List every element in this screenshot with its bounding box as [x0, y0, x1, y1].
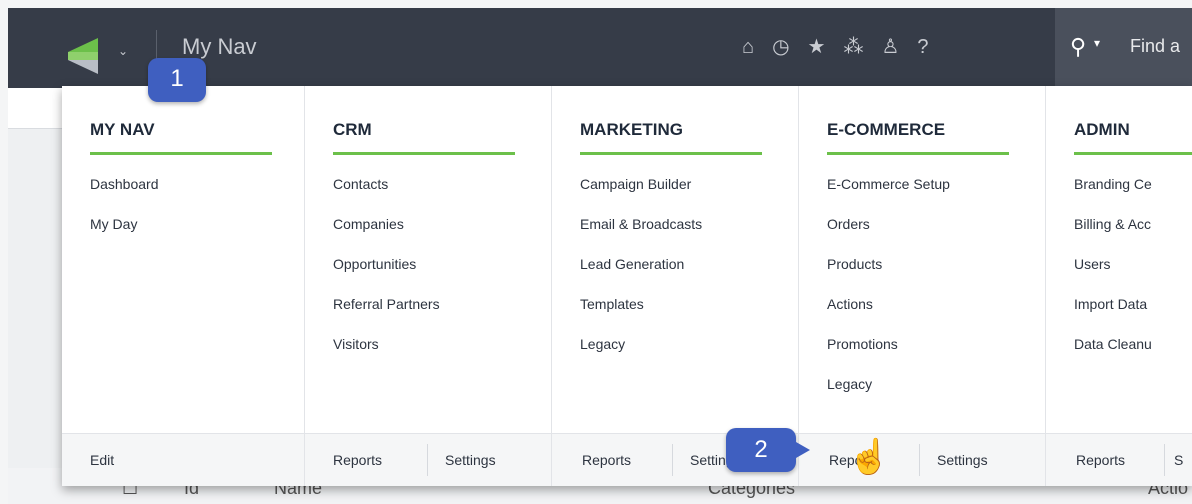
menu-item[interactable]: E-Commerce Setup: [827, 174, 950, 214]
reports-button[interactable]: Reports: [1076, 434, 1125, 486]
column-items: Contacts Companies Opportunities Referra…: [333, 174, 440, 374]
menu-item[interactable]: Branding Ce: [1074, 174, 1152, 214]
column-footer: Reports Settings: [305, 433, 551, 486]
home-icon[interactable]: ⌂: [742, 36, 754, 58]
rockets-icon[interactable]: ⁂: [843, 36, 863, 58]
column-title: MARKETING: [580, 120, 683, 139]
star-icon[interactable]: ★: [808, 36, 826, 58]
edit-button[interactable]: Edit: [90, 434, 114, 486]
column-underline: [580, 152, 762, 155]
menu-item[interactable]: Promotions: [827, 334, 950, 374]
search-input[interactable]: Find a: [1130, 36, 1180, 57]
menu-item[interactable]: Companies: [333, 214, 440, 254]
frame-left: [0, 8, 8, 504]
reports-button[interactable]: Reports: [333, 434, 382, 486]
menu-item[interactable]: Referral Partners: [333, 294, 440, 334]
step-badge-1: 1: [148, 58, 206, 102]
menu-item[interactable]: My Day: [90, 214, 159, 254]
column-title: E-COMMERCE: [827, 120, 946, 139]
menu-column-marketing: MARKETING Campaign Builder Email & Broad…: [552, 86, 799, 486]
menu-item[interactable]: Visitors: [333, 334, 440, 374]
column-title: MY NAV: [90, 120, 155, 139]
topbar-icons: ⌂ ◷ ★ ⁂ ♙ ?: [742, 36, 929, 58]
column-underline: [827, 152, 1009, 155]
menu-item[interactable]: Campaign Builder: [580, 174, 702, 214]
chevron-down-icon[interactable]: ⌄: [118, 44, 128, 58]
app-logo-icon[interactable]: [68, 38, 98, 74]
menu-item[interactable]: Contacts: [333, 174, 440, 214]
search-icon[interactable]: ⚲: [1070, 34, 1086, 60]
my-nav-label[interactable]: My Nav: [182, 34, 257, 60]
column-footer: Reports S: [1046, 433, 1192, 486]
column-title: CRM: [333, 120, 372, 139]
menu-item[interactable]: Billing & Acc: [1074, 214, 1152, 254]
footer-divider: [1164, 444, 1165, 476]
step-badge-2: 2: [726, 428, 810, 472]
column-items: Campaign Builder Email & Broadcasts Lead…: [580, 174, 702, 374]
menu-column-crm: CRM Contacts Companies Opportunities Ref…: [305, 86, 552, 486]
column-underline: [90, 152, 272, 155]
menu-item[interactable]: Dashboard: [90, 174, 159, 214]
menu-item[interactable]: Actions: [827, 294, 950, 334]
menu-item[interactable]: Legacy: [580, 334, 702, 374]
menu-item[interactable]: Email & Broadcasts: [580, 214, 702, 254]
column-items: Branding Ce Billing & Acc Users Import D…: [1074, 174, 1152, 374]
menu-item[interactable]: Lead Generation: [580, 254, 702, 294]
menu-item[interactable]: Opportunities: [333, 254, 440, 294]
menu-item[interactable]: Import Data: [1074, 294, 1152, 334]
settings-button[interactable]: S: [1174, 434, 1183, 486]
menu-item[interactable]: Templates: [580, 294, 702, 334]
settings-button[interactable]: Settings: [445, 434, 496, 486]
column-title: ADMIN: [1074, 120, 1130, 139]
footer-divider: [427, 444, 428, 476]
menu-item[interactable]: Legacy: [827, 374, 950, 414]
column-underline: [333, 152, 515, 155]
column-items: E-Commerce Setup Orders Products Actions…: [827, 174, 950, 414]
column-underline: [1074, 152, 1192, 155]
search-caret[interactable]: ▾: [1094, 36, 1100, 50]
frame-top: [0, 0, 1192, 8]
footer-divider: [919, 444, 920, 476]
menu-item[interactable]: Users: [1074, 254, 1152, 294]
mega-menu: MY NAV Dashboard My Day Edit CRM Contact…: [62, 86, 1192, 486]
settings-button[interactable]: Settings: [937, 434, 988, 486]
menu-item[interactable]: Products: [827, 254, 950, 294]
menu-item[interactable]: Data Cleanu: [1074, 334, 1152, 374]
column-items: Dashboard My Day: [90, 174, 159, 254]
user-icon[interactable]: ♙: [881, 36, 899, 58]
menu-column-admin: ADMIN Branding Ce Billing & Acc Users Im…: [1046, 86, 1192, 486]
menu-item[interactable]: Orders: [827, 214, 950, 254]
menu-column-my-nav: MY NAV Dashboard My Day Edit: [62, 86, 305, 486]
footer-divider: [672, 444, 673, 476]
column-footer: Reports Settings: [799, 433, 1045, 486]
help-icon[interactable]: ?: [917, 36, 928, 58]
clock-icon[interactable]: ◷: [772, 36, 789, 58]
menu-column-e-commerce: E-COMMERCE E-Commerce Setup Orders Produ…: [799, 86, 1046, 486]
hand-cursor-icon: ☝: [848, 438, 891, 476]
reports-button[interactable]: Reports: [582, 434, 631, 486]
column-footer: Edit: [62, 433, 304, 486]
